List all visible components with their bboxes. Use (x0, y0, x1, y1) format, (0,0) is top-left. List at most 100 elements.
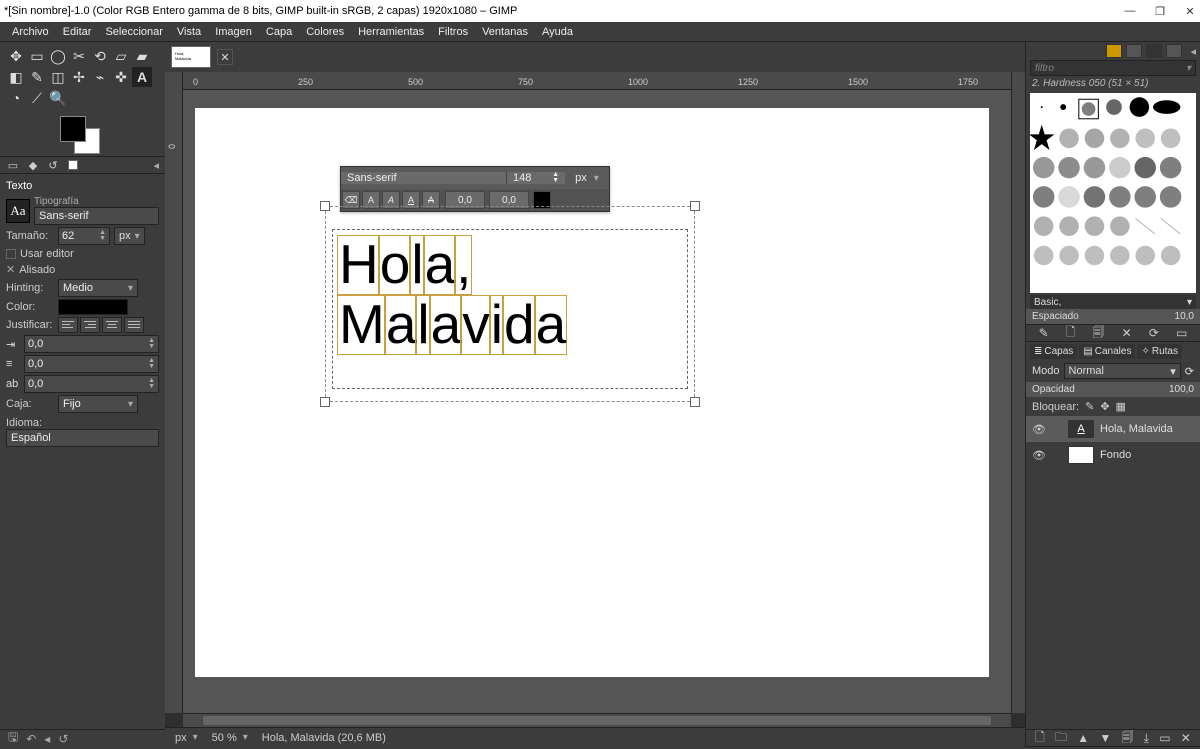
justify-fill[interactable] (124, 317, 144, 333)
horizontal-scrollbar[interactable] (183, 713, 1011, 727)
tool-measure[interactable]: ⟋ (27, 88, 47, 108)
brush-grid[interactable] (1030, 93, 1196, 293)
status-unit[interactable]: px▾ (171, 730, 202, 746)
menu-colores[interactable]: Colores (300, 24, 350, 40)
tool-eraser[interactable]: ◫ (48, 67, 68, 87)
maximize-button[interactable]: ❐ (1154, 5, 1166, 18)
brush-open-icon[interactable]: ▭ (1176, 326, 1187, 340)
layer-name[interactable]: Fondo (1100, 449, 1131, 461)
tool-warp[interactable]: ▱ (111, 46, 131, 66)
tool-brush[interactable]: ✎ (27, 67, 47, 87)
close-document-button[interactable]: ✕ (217, 49, 233, 65)
menu-capa[interactable]: Capa (260, 24, 298, 40)
box-combo[interactable]: Fijo▾ (58, 395, 138, 413)
use-editor-check[interactable]: Usar editor (6, 248, 159, 260)
layer-delete-icon[interactable]: ✕ (1181, 731, 1191, 745)
mode-switch-icon[interactable]: ⟳ (1185, 365, 1194, 378)
brush-duplicate-icon[interactable]: 🗐 (1093, 323, 1105, 344)
menu-filtros[interactable]: Filtros (432, 24, 474, 40)
brush-spacing[interactable]: Espaciado10,0 (1026, 309, 1200, 324)
tab-history-icon[interactable]: ↺ (46, 158, 60, 172)
tool-crop[interactable]: ✂ (69, 46, 89, 66)
menu-editar[interactable]: Editar (57, 24, 98, 40)
layer-merge-icon[interactable]: ⤓ (1144, 731, 1149, 746)
tab-layers[interactable]: ≣ Capas (1030, 344, 1077, 359)
text-color-box[interactable] (58, 299, 128, 315)
layer-up-icon[interactable]: ▲ (1077, 731, 1089, 745)
fg-color-swatch[interactable] (60, 116, 86, 142)
tab-history2[interactable] (1166, 44, 1182, 58)
tab-paths[interactable]: ✧ Rutas (1137, 344, 1182, 359)
layer-name[interactable]: Hola, Malavida (1100, 423, 1173, 435)
tool-path[interactable]: ✜ (111, 67, 131, 87)
handle-nw[interactable] (320, 201, 330, 211)
font-preview-icon[interactable]: Aa (6, 199, 30, 223)
vertical-scrollbar[interactable] (1011, 72, 1025, 713)
tab-fonts[interactable] (1146, 44, 1162, 58)
delete-preset-icon[interactable]: ◂ (44, 732, 50, 746)
ruler-horizontal[interactable]: 0 250 500 750 1000 1250 1500 1750 (183, 72, 1011, 90)
layer-row[interactable]: 👁 Fondo (1026, 442, 1200, 468)
canvas-viewport[interactable]: Sans-serif 148▲▼ px▾ ⌫ A A A A 0,0 0,0 (183, 90, 997, 699)
menu-vista[interactable]: Vista (171, 24, 207, 40)
ruler-vertical[interactable]: 0 (165, 72, 183, 713)
tool-zoom[interactable]: 🔍 (48, 88, 68, 108)
tool-clone[interactable]: ✢ (69, 67, 89, 87)
tool-free-select[interactable]: ◯ (48, 46, 68, 66)
menu-seleccionar[interactable]: Seleccionar (99, 24, 168, 40)
menu-herramientas[interactable]: Herramientas (352, 24, 430, 40)
line-spacing-spinner[interactable]: 0,0▲▼ (24, 355, 159, 373)
scrollbar-thumb[interactable] (203, 716, 991, 725)
tool-transform[interactable]: ⟲ (90, 46, 110, 66)
opacity-slider[interactable]: Opacidad100,0 (1026, 382, 1200, 397)
canvas[interactable]: Sans-serif 148▲▼ px▾ ⌫ A A A A 0,0 0,0 (195, 108, 989, 677)
canvas-text[interactable]: Hola,Malavida (338, 235, 566, 355)
justify-right[interactable] (80, 317, 100, 333)
visibility-icon[interactable]: 👁 (1032, 423, 1046, 436)
save-preset-icon[interactable]: 🖫 (8, 728, 18, 749)
tab-brushes[interactable] (1106, 44, 1122, 58)
tool-move[interactable]: ✥ (6, 46, 26, 66)
visibility-icon[interactable]: 👁 (1032, 449, 1046, 462)
layer-duplicate-icon[interactable]: 🗐 (1121, 728, 1133, 749)
restore-preset-icon[interactable]: ↶ (26, 732, 36, 746)
menu-ventanas[interactable]: Ventanas (476, 24, 534, 40)
close-button[interactable]: ✕ (1184, 5, 1196, 18)
tab-image-icon[interactable] (66, 158, 80, 172)
handle-se[interactable] (690, 397, 700, 407)
letter-spacing-spinner[interactable]: 0,0▲▼ (24, 375, 159, 393)
menu-imagen[interactable]: Imagen (209, 24, 258, 40)
tab-patterns[interactable] (1126, 44, 1142, 58)
tool-smudge[interactable]: ⌁ (90, 67, 110, 87)
dock-menu-icon[interactable]: ◂ (1190, 45, 1196, 58)
size-spinner[interactable]: 62▲▼ (58, 227, 110, 245)
menu-archivo[interactable]: Archivo (6, 24, 55, 40)
layer-group-icon[interactable]: 🗀 (1055, 728, 1067, 749)
size-unit[interactable]: px▾ (114, 227, 145, 245)
reset-preset-icon[interactable]: ↺ (58, 732, 68, 746)
layer-down-icon[interactable]: ▼ (1099, 731, 1111, 745)
layer-row[interactable]: 👁 Hola, Malavida (1026, 416, 1200, 442)
popup-unit[interactable]: px▾ (565, 172, 609, 184)
minimize-button[interactable]: — (1124, 5, 1136, 18)
brush-preset-combo[interactable]: Basic,▾ (1030, 295, 1196, 309)
lock-pixels-icon[interactable]: ✎ (1085, 400, 1094, 413)
tab-device-icon[interactable]: ◆ (26, 158, 40, 172)
tool-gradient[interactable]: ◧ (6, 67, 26, 87)
tool-bucket[interactable]: ▰ (132, 46, 152, 66)
justify-center[interactable] (102, 317, 122, 333)
tool-color-picker[interactable]: ◔ (6, 88, 26, 108)
layer-mask-icon[interactable]: ▭ (1159, 731, 1170, 745)
tab-menu-icon[interactable]: ◂ (153, 159, 159, 172)
brush-delete-icon[interactable]: ✕ (1122, 326, 1132, 340)
indent-spinner[interactable]: 0,0▲▼ (24, 335, 159, 353)
popup-font-combo[interactable]: Sans-serif (341, 172, 507, 184)
handle-sw[interactable] (320, 397, 330, 407)
language-combo[interactable]: Español (6, 429, 159, 447)
tool-text[interactable]: A (132, 67, 152, 87)
document-thumbnail[interactable]: Hola,Malavida (171, 46, 211, 68)
tab-tooloptions-icon[interactable]: ▭ (6, 158, 20, 172)
brush-new-icon[interactable]: 🗋 (1066, 323, 1076, 344)
mode-combo[interactable]: Normal▾ (1064, 363, 1181, 379)
lock-alpha-icon[interactable]: ▦ (1116, 400, 1126, 413)
